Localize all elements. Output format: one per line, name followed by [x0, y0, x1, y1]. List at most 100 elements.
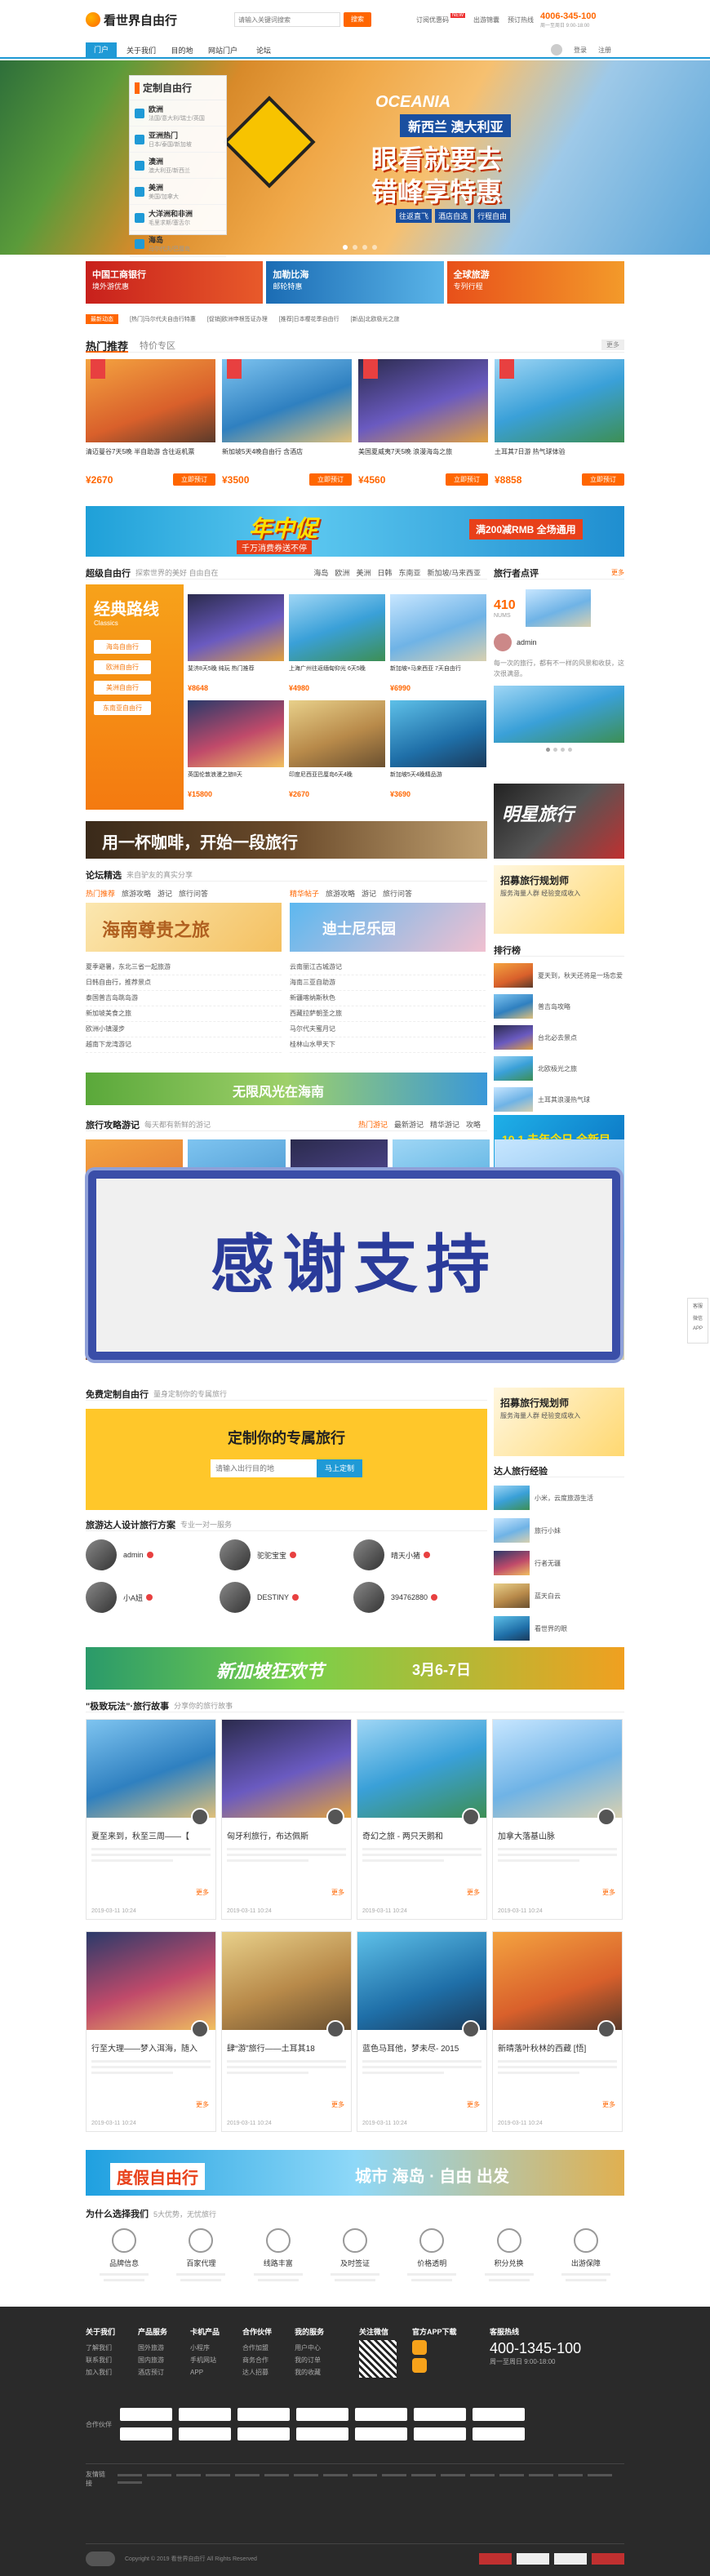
forum-img-disney[interactable]: 迪士尼乐园 — [290, 903, 486, 952]
partner-logo[interactable] — [473, 2408, 525, 2421]
planner-name[interactable]: 小A妞 — [123, 1592, 143, 1603]
super-card-title[interactable]: 上海广州往返缅甸仰光 6天5晚 — [289, 664, 385, 682]
super-card-title[interactable]: 印度尼西亚巴厘岛6天4晚 — [289, 771, 385, 788]
hot-card[interactable]: 清迈曼谷7天5晚 半自助游 含往返机票 ¥2670 立即预订 — [86, 359, 215, 486]
planner-card[interactable]: 394762880 — [353, 1582, 487, 1613]
story-image[interactable] — [357, 1932, 486, 2030]
user-avatar-icon[interactable] — [551, 44, 562, 56]
ticker-item[interactable]: [新品]北欧极光之旅 — [351, 315, 400, 323]
super-card[interactable]: 斐济8天5晚 纯玩 热门推荐 ¥8648 — [188, 594, 284, 692]
friend-link-line[interactable] — [352, 2474, 377, 2476]
super-left-tag[interactable]: 东南亚自由行 — [94, 701, 151, 715]
float-app[interactable]: APP — [688, 1321, 708, 1331]
planner-avatar[interactable] — [353, 1539, 384, 1570]
ticker-item[interactable]: [热门]马尔代夫自由行特惠 — [130, 315, 196, 323]
hot-card-book-button[interactable]: 立即预订 — [582, 473, 624, 486]
partner-logo[interactable] — [120, 2427, 172, 2441]
story-image[interactable] — [87, 1720, 215, 1818]
story-more-button[interactable]: 更多 — [467, 2100, 480, 2109]
expert-item[interactable]: 小米，云度旅游生活 — [494, 1486, 624, 1510]
sidebar-item[interactable]: 海岛 马尔代夫/巴厘岛 — [130, 231, 226, 257]
expert-item[interactable]: 行者无疆 — [494, 1551, 624, 1575]
planner-avatar[interactable] — [220, 1539, 251, 1570]
partner-logo[interactable] — [237, 2427, 290, 2441]
forum-list-item[interactable]: 桂林山水甲天下 — [290, 1037, 486, 1053]
forum-list-item[interactable]: 越南下龙湾游记 — [86, 1037, 282, 1053]
partner-logo[interactable] — [473, 2427, 525, 2441]
carousel-dot[interactable] — [372, 245, 377, 250]
super-card[interactable]: 印度尼西亚巴厘岛6天4晚 ¥2670 — [289, 700, 385, 798]
logo[interactable]: 看世界自由行 — [86, 11, 177, 29]
nav-forum[interactable]: 论坛 — [247, 45, 280, 56]
story-card[interactable]: 奇幻之旅 - 两只天鹅和 更多 2019-03-11 10:24 — [357, 1719, 487, 1920]
nav-portal[interactable]: 网站门户 — [198, 45, 247, 56]
forum-tab[interactable]: 旅行问答 — [383, 888, 412, 899]
super-card[interactable]: 英国伦敦浪漫之旅8天 ¥15800 — [188, 700, 284, 798]
guide-link[interactable]: 出游锦囊 — [473, 16, 499, 24]
forum-list-item[interactable]: 西藏拉萨朝圣之旅 — [290, 1006, 486, 1022]
footer-link[interactable]: 国外旅游 — [138, 2342, 167, 2354]
planner-name[interactable]: 驼驼宝宝 — [257, 1550, 286, 1561]
hot-card-book-button[interactable]: 立即预订 — [446, 473, 488, 486]
story-more-button[interactable]: 更多 — [602, 1888, 615, 1897]
forum-list-item[interactable]: 云南丽江古城游记 — [290, 960, 486, 975]
app-icon[interactable] — [412, 2358, 427, 2373]
super-tab[interactable]: 东南亚 — [398, 567, 420, 578]
friend-link-line[interactable] — [469, 2474, 495, 2476]
footer-link[interactable]: 国内旅游 — [138, 2354, 167, 2366]
planner-card[interactable]: 晴天小猪 — [353, 1539, 487, 1570]
rank-item[interactable]: 北欧极光之旅 — [494, 1056, 624, 1081]
recruit-ad[interactable]: 招募旅行规划师 服务海量人群 经验变成收入 — [494, 865, 624, 934]
footer-link[interactable]: 达人招募 — [242, 2366, 272, 2378]
story-image[interactable] — [222, 1720, 351, 1818]
planner-avatar[interactable] — [220, 1582, 251, 1613]
notes-tab[interactable]: 攻略 — [466, 1119, 481, 1130]
friend-link-line[interactable] — [528, 2474, 553, 2476]
rank-item[interactable]: 夏天到，秋天还将是一场恋爱 — [494, 963, 624, 988]
planner-avatar[interactable] — [353, 1582, 384, 1613]
story-card[interactable]: 肆“游”旅行——土耳其18 更多 2019-03-11 10:24 — [221, 1931, 352, 2132]
friend-link-line[interactable] — [117, 2481, 142, 2484]
ad-hainan[interactable]: 无限风光在海南 — [86, 1073, 487, 1105]
story-image[interactable] — [493, 1932, 622, 2030]
expert-item[interactable]: 蓝天白云 — [494, 1583, 624, 1608]
promo-global[interactable]: 全球旅游 专列行程 — [446, 261, 624, 304]
partner-logo[interactable] — [296, 2427, 348, 2441]
friend-link-line[interactable] — [175, 2474, 201, 2476]
super-left-tag[interactable]: 欧洲自由行 — [94, 660, 151, 674]
super-tab[interactable]: 新加坡/马来西亚 — [427, 567, 481, 578]
review-more[interactable]: 更多 — [611, 568, 624, 577]
super-left-tag[interactable]: 海岛自由行 — [94, 640, 151, 654]
forum-list-item[interactable]: 马尔代夫蜜月记 — [290, 1022, 486, 1037]
hot-tab-special[interactable]: 特价专区 — [140, 339, 175, 352]
partner-logo[interactable] — [120, 2408, 172, 2421]
sidebar-item[interactable]: 美洲 美国/加拿大 — [130, 179, 226, 205]
story-more-button[interactable]: 更多 — [602, 2100, 615, 2109]
story-card[interactable]: 夏至来到，秋至三周——【 更多 2019-03-11 10:24 — [86, 1719, 216, 1920]
forum-tab[interactable]: 旅游攻略 — [122, 888, 151, 899]
friend-link-line[interactable] — [440, 2474, 465, 2476]
footer-link[interactable]: 用户中心 — [295, 2342, 324, 2354]
forum-tab[interactable]: 热门推荐 — [86, 888, 115, 899]
forum-list-item[interactable]: 欧洲小镇漫步 — [86, 1022, 282, 1037]
forum-list-item[interactable]: 日韩自由行，推荐景点 — [86, 975, 282, 991]
hot-card-image[interactable] — [222, 359, 352, 442]
super-card-image[interactable] — [188, 700, 284, 767]
sidebar-item[interactable]: 大洋洲和非洲 毛里求斯/塞舌尔 — [130, 205, 226, 231]
ad-singapore[interactable]: 新加坡狂欢节 3月6-7日 — [86, 1647, 624, 1690]
hot-more[interactable]: 更多 — [601, 340, 624, 350]
super-tab[interactable]: 海岛 — [313, 567, 328, 578]
forum-img-hainan[interactable]: 海南尊贵之旅 — [86, 903, 282, 952]
sidebar-item[interactable]: 亚洲热门 日本/泰国/新加坡 — [130, 127, 226, 153]
forum-tab[interactable]: 精华帖子 — [290, 888, 319, 899]
ticker-item[interactable]: [促销]欧洲申根签证办理 — [207, 315, 268, 323]
search-input[interactable] — [234, 12, 341, 27]
forum-list-item[interactable]: 新加坡美食之旅 — [86, 1006, 282, 1022]
planner-card[interactable]: DESTINY — [220, 1582, 353, 1613]
super-card-image[interactable] — [188, 594, 284, 661]
hot-card[interactable]: 新加坡5天4晚自由行 含酒店 ¥3500 立即预订 — [222, 359, 352, 486]
login-link[interactable]: 登录 — [574, 46, 587, 55]
notes-tab[interactable]: 精华游记 — [430, 1119, 459, 1130]
super-card[interactable]: 上海广州往返缅甸仰光 6天5晚 ¥4980 — [289, 594, 385, 692]
hot-card-title[interactable]: 美国夏威夷7天5晚 浪漫海岛之旅 — [358, 447, 488, 469]
